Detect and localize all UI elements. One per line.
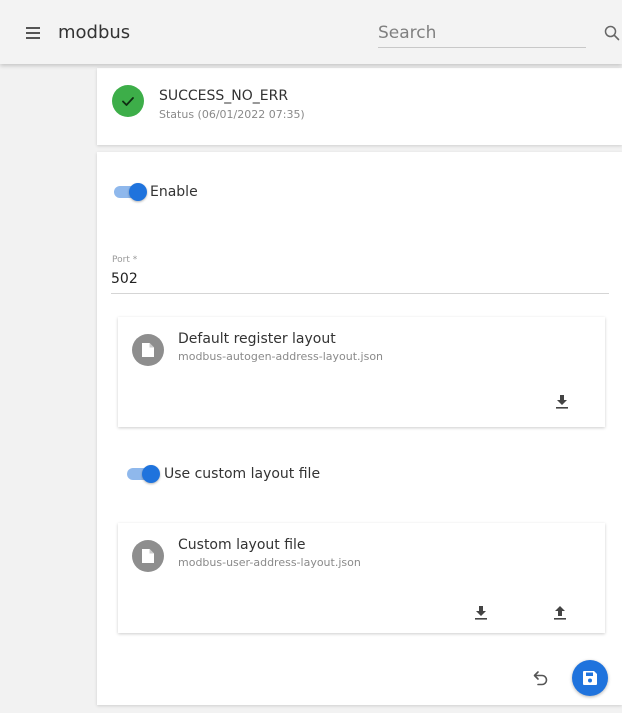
upload-icon[interactable]: [548, 601, 572, 625]
file-icon: [132, 334, 164, 366]
search-input[interactable]: [378, 20, 586, 46]
custom-layout-toggle[interactable]: [125, 465, 160, 483]
custom-layout-title: Custom layout file: [178, 537, 306, 553]
custom-layout-filename: modbus-user-address-layout.json: [178, 556, 361, 569]
file-icon: [132, 540, 164, 572]
save-icon: [583, 671, 597, 685]
search-icon[interactable]: [604, 25, 620, 41]
app-title: modbus: [58, 22, 131, 43]
custom-layout-card: Custom layout file modbus-user-address-l…: [118, 523, 605, 633]
menu-icon[interactable]: [26, 27, 40, 39]
status-timestamp: Status (06/01/2022 07:35): [159, 108, 305, 121]
download-icon[interactable]: [550, 390, 574, 414]
success-check-icon: [112, 85, 144, 117]
enable-label: Enable: [150, 184, 198, 200]
custom-layout-toggle-label: Use custom layout file: [164, 466, 321, 482]
default-layout-card: Default register layout modbus-autogen-a…: [118, 317, 605, 427]
search-field: [378, 20, 586, 48]
default-layout-title: Default register layout: [178, 331, 336, 347]
port-label: Port *: [112, 255, 138, 265]
default-layout-filename: modbus-autogen-address-layout.json: [178, 350, 384, 363]
status-card: SUCCESS_NO_ERR Status (06/01/2022 07:35): [97, 68, 622, 145]
save-button[interactable]: [572, 660, 608, 696]
undo-icon[interactable]: [529, 666, 553, 690]
port-field[interactable]: 502: [111, 271, 609, 294]
config-card: Enable Port * 502 Default register layou…: [97, 152, 622, 705]
top-app-bar: modbus: [0, 0, 622, 64]
download-icon[interactable]: [469, 601, 493, 625]
status-title: SUCCESS_NO_ERR: [159, 88, 289, 104]
enable-toggle[interactable]: [112, 183, 147, 201]
